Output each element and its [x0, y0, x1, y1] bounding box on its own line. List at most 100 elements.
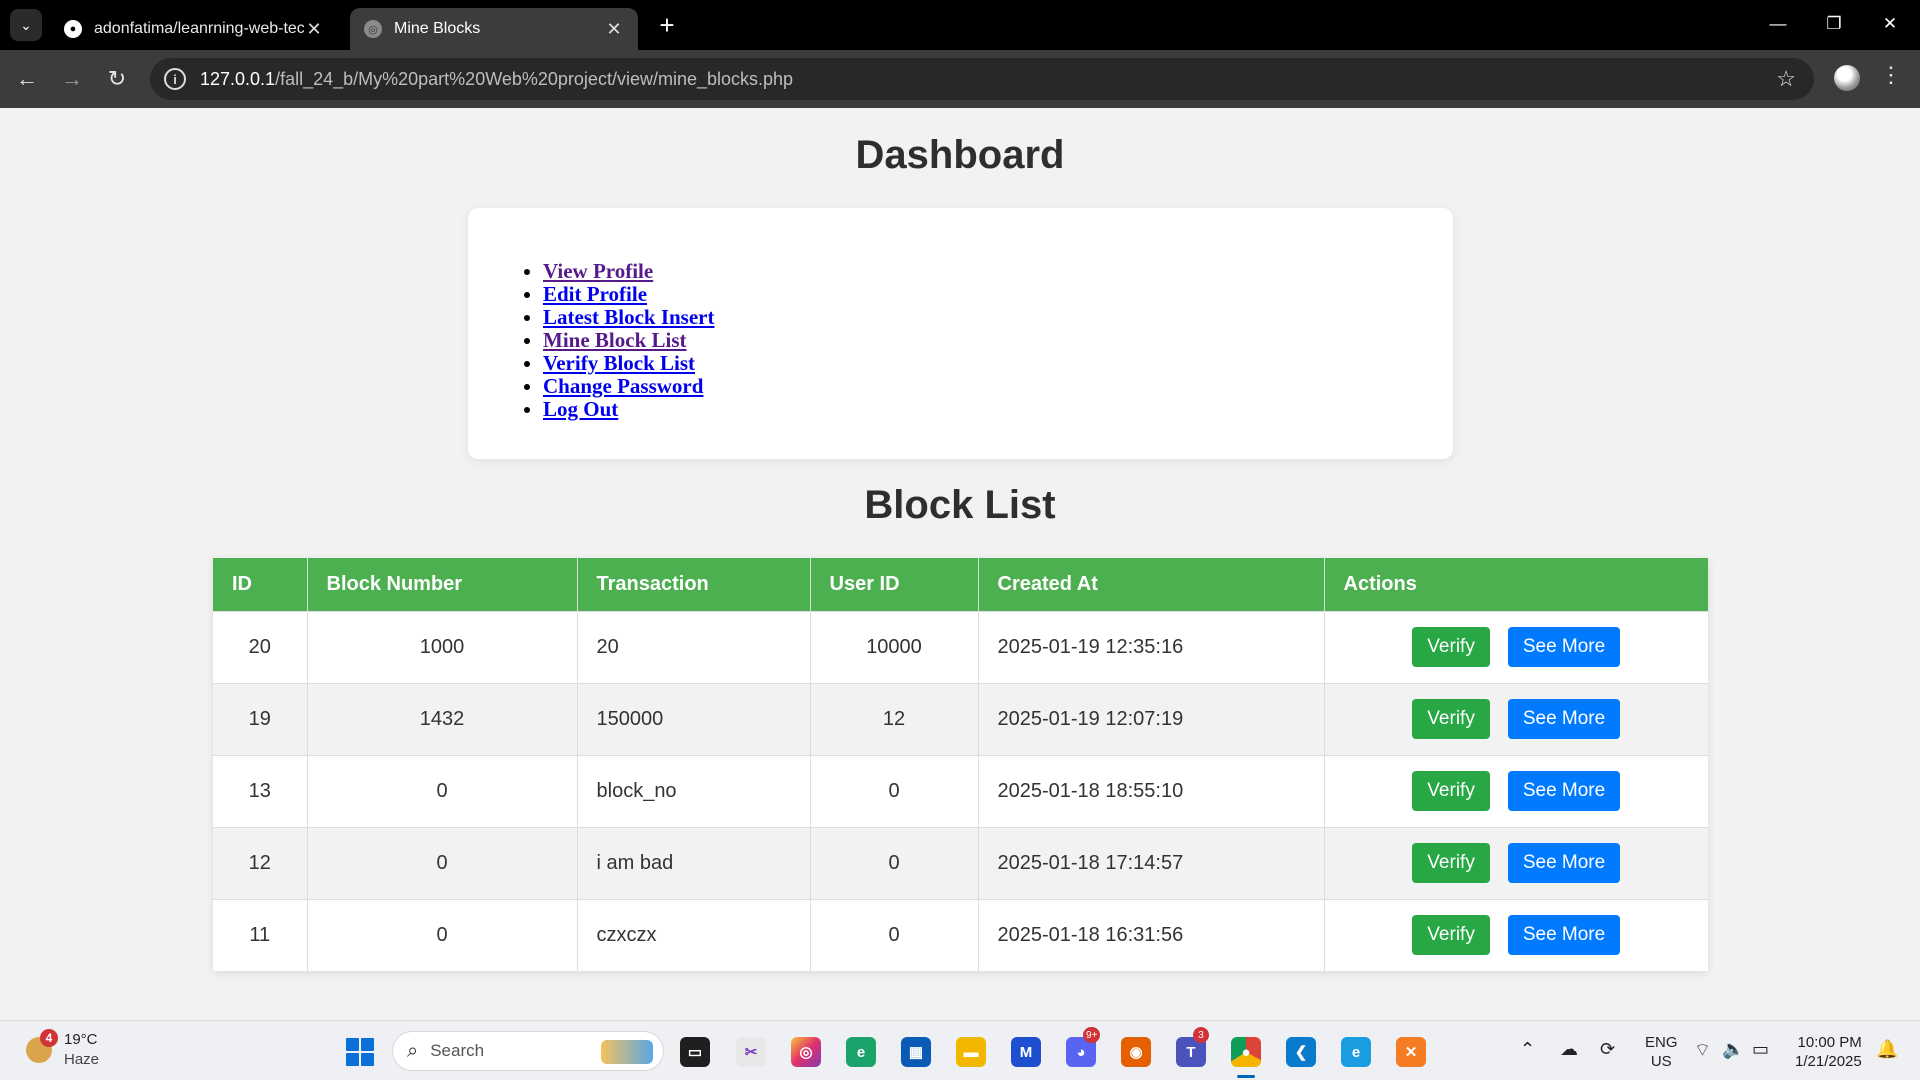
- xampp-icon[interactable]: ✕: [1396, 1037, 1426, 1067]
- browser-tab-bar: ⌄ ● adonfatima/leanrning-web-tech ✕ ◎ Mi…: [0, 0, 1920, 50]
- nav-item: Verify Block List: [543, 352, 715, 375]
- cell-created-at: 2025-01-18 18:55:10: [978, 754, 1325, 827]
- nav-card: View Profile Edit Profile Latest Block I…: [468, 208, 1453, 459]
- edge-icon[interactable]: e: [1341, 1037, 1371, 1067]
- volume-icon[interactable]: 🔈: [1722, 1039, 1744, 1060]
- chrome-icon[interactable]: ●: [1231, 1037, 1261, 1067]
- search-placeholder: Search: [430, 1041, 485, 1060]
- cell-created-at: 2025-01-18 16:31:56: [978, 898, 1325, 971]
- see-more-button[interactable]: See More: [1507, 699, 1621, 739]
- globe-icon: ◎: [364, 20, 382, 38]
- latest-block-insert-link[interactable]: Latest Block Insert: [543, 305, 715, 329]
- instagram-icon[interactable]: ◎: [791, 1037, 821, 1067]
- cell-transaction: 20: [577, 610, 811, 683]
- battery-icon[interactable]: ▭: [1752, 1039, 1769, 1060]
- microsoft-store-icon[interactable]: ▦: [901, 1037, 931, 1067]
- nav-item: View Profile: [543, 260, 715, 283]
- see-more-button[interactable]: See More: [1507, 627, 1621, 667]
- cell-transaction: czxczx: [577, 898, 811, 971]
- page-title: Dashboard: [855, 133, 1065, 177]
- github-icon: ●: [64, 20, 82, 38]
- tab-search-button[interactable]: ⌄: [10, 9, 42, 41]
- clock-time: 10:00 PM: [1797, 1034, 1862, 1051]
- minimize-icon[interactable]: —: [1750, 8, 1806, 40]
- profile-avatar[interactable]: [1834, 65, 1860, 91]
- site-info-icon[interactable]: i: [164, 68, 186, 90]
- taskbar-search[interactable]: ⌕ Search: [392, 1031, 664, 1071]
- back-icon[interactable]: ←: [10, 62, 44, 96]
- page-content: Dashboard View Profile Edit Profile Late…: [0, 108, 1920, 1020]
- table-row: 12 0 i am bad 0 2025-01-18 17:14:57 Veri…: [213, 826, 1708, 899]
- verify-button[interactable]: Verify: [1412, 627, 1490, 667]
- nav-item: Edit Profile: [543, 283, 715, 306]
- vs-code-icon[interactable]: ❮: [1286, 1037, 1316, 1067]
- windows-start-icon[interactable]: [346, 1038, 374, 1066]
- verify-button[interactable]: Verify: [1412, 915, 1490, 956]
- browser-toolbar: ← → ↻ i 127.0.0.1/fall_24_b/My%20part%20…: [0, 50, 1920, 108]
- clock-date: 1/21/2025: [1795, 1053, 1862, 1070]
- notification-bell-icon[interactable]: 🔔: [1876, 1039, 1898, 1060]
- wifi-icon[interactable]: ⌔: [1694, 1039, 1711, 1062]
- weather-temperature[interactable]: 19°C: [64, 1031, 98, 1048]
- reload-icon[interactable]: ↻: [100, 62, 134, 96]
- close-tab-icon[interactable]: ✕: [304, 19, 324, 40]
- cell-user-id: 0: [810, 898, 979, 971]
- view-profile-link[interactable]: View Profile: [543, 259, 653, 283]
- nav-item: Mine Block List: [543, 329, 715, 352]
- restore-icon[interactable]: ❐: [1806, 8, 1862, 40]
- table-header-row: ID Block Number Transaction User ID Crea…: [213, 558, 1708, 611]
- close-tab-icon[interactable]: ✕: [604, 19, 624, 40]
- url-host: 127.0.0.1: [200, 68, 276, 89]
- onedrive-icon[interactable]: ☁: [1560, 1039, 1578, 1060]
- vs-code-insiders-icon[interactable]: M: [1011, 1037, 1041, 1067]
- cell-transaction: 150000: [577, 682, 811, 755]
- nav-item: Log Out: [543, 398, 715, 421]
- verify-button[interactable]: Verify: [1412, 699, 1490, 739]
- browser-tab[interactable]: ● adonfatima/leanrning-web-tech ✕: [50, 8, 338, 50]
- snipping-tool-icon[interactable]: ✂: [736, 1037, 766, 1067]
- language-indicator[interactable]: ENG US: [1645, 1033, 1678, 1071]
- log-out-link[interactable]: Log Out: [543, 397, 618, 421]
- cell-block-number: 0: [307, 826, 578, 899]
- cell-created-at: 2025-01-18 17:14:57: [978, 826, 1325, 899]
- verify-block-list-link[interactable]: Verify Block List: [543, 351, 695, 375]
- verify-button[interactable]: Verify: [1412, 771, 1490, 811]
- table-row: 13 0 block_no 0 2025-01-18 18:55:10 Veri…: [213, 754, 1708, 827]
- show-hidden-icons[interactable]: ⌃: [1520, 1039, 1535, 1060]
- browser-tab-active[interactable]: ◎ Mine Blocks ✕: [350, 8, 638, 50]
- lang-code: ENG: [1645, 1034, 1678, 1051]
- column-header-user-id: User ID: [810, 558, 979, 611]
- cell-block-number: 0: [307, 898, 578, 971]
- cell-user-id: 12: [810, 682, 979, 755]
- cell-block-number: 0: [307, 754, 578, 827]
- verify-button[interactable]: Verify: [1412, 843, 1490, 883]
- nav-list: View Profile Edit Profile Latest Block I…: [543, 260, 715, 421]
- edge-dev-icon[interactable]: e: [846, 1037, 876, 1067]
- browser-menu-icon[interactable]: ⋮: [1880, 62, 1902, 88]
- column-header-block-number: Block Number: [307, 558, 578, 611]
- sync-icon[interactable]: ⟳: [1600, 1039, 1615, 1060]
- edit-profile-link[interactable]: Edit Profile: [543, 282, 647, 306]
- lang-region: US: [1650, 1053, 1672, 1070]
- task-view-icon[interactable]: ▭: [680, 1037, 710, 1067]
- weather-description[interactable]: Haze: [64, 1051, 99, 1068]
- system-clock[interactable]: 10:00 PM 1/21/2025: [1795, 1033, 1862, 1071]
- see-more-button[interactable]: See More: [1507, 843, 1621, 883]
- column-header-actions: Actions: [1324, 558, 1708, 611]
- change-password-link[interactable]: Change Password: [543, 374, 703, 398]
- mine-block-list-link[interactable]: Mine Block List: [543, 328, 687, 352]
- see-more-button[interactable]: See More: [1507, 915, 1621, 956]
- forward-icon[interactable]: →: [55, 62, 89, 96]
- tab-title: adonfatima/leanrning-web-tech: [94, 20, 304, 37]
- new-tab-button[interactable]: +: [652, 10, 682, 40]
- block-list-title: Block List: [864, 483, 1056, 527]
- file-explorer-icon[interactable]: ▬: [956, 1037, 986, 1067]
- cell-id: 20: [213, 610, 308, 683]
- bookmark-star-icon[interactable]: ☆: [1776, 66, 1796, 92]
- address-bar[interactable]: i 127.0.0.1/fall_24_b/My%20part%20Web%20…: [150, 58, 1814, 100]
- see-more-button[interactable]: See More: [1507, 771, 1621, 811]
- cell-id: 19: [213, 682, 308, 755]
- cell-transaction: block_no: [577, 754, 811, 827]
- firefox-icon[interactable]: ◉: [1121, 1037, 1151, 1067]
- close-window-icon[interactable]: ✕: [1862, 8, 1918, 40]
